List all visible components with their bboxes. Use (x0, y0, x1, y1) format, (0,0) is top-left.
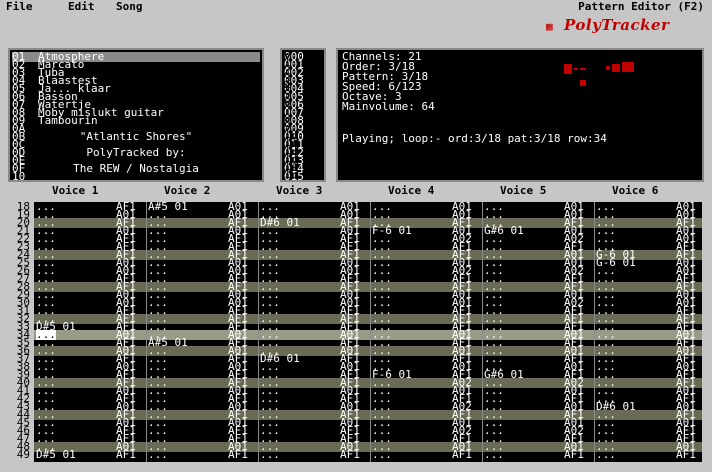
menu-edit[interactable]: Edit (68, 0, 95, 13)
vu-meter-1 (564, 64, 572, 74)
pattern-cell[interactable]: ... (484, 449, 504, 460)
app-logo: ▦ PolyTracker (546, 18, 706, 40)
pattern-cell[interactable]: AF1 (452, 449, 472, 460)
pattern-grid[interactable]: ... AF1 A#5 01 A01... A01... A01... A01... A01.… (34, 202, 702, 462)
instrument-list[interactable]: 01 Atmosphere 02 Marcato 03 Tuba 04 Blaastest 05… (8, 48, 264, 182)
vu-meter-6 (612, 64, 620, 72)
pattern-cell[interactable]: ... (372, 449, 392, 460)
pattern-cell[interactable]: AF1 (228, 449, 248, 460)
voice-separator (482, 202, 483, 462)
voice-separator (146, 202, 147, 462)
voice-header[interactable]: Voice 4 (388, 185, 434, 196)
logo-icon: ▦ (546, 20, 553, 33)
logo-text: PolyTracker (564, 16, 670, 34)
row-number: 49 (16, 448, 30, 461)
instrument-number: 10 (12, 170, 26, 183)
voice-separator (594, 202, 595, 462)
menu-edit-label: Edit (68, 0, 95, 13)
order-index: 15 (284, 168, 298, 181)
menu-file-label: File (6, 0, 33, 13)
pattern-cell[interactable]: ... (260, 449, 280, 460)
pattern-cell[interactable]: AF1 (340, 449, 360, 460)
pattern-cell[interactable]: D#5 01 (36, 449, 76, 460)
app-title: Pattern Editor (F2) (578, 0, 704, 13)
vu-meter-7 (622, 62, 634, 72)
playing-status: Playing; loop:- ord:3/18 pat:3/18 row:34 (342, 132, 607, 145)
menu-song-label: Song (116, 0, 143, 13)
pattern-cell[interactable]: AF1 (676, 449, 696, 460)
voice-header[interactable]: Voice 5 (500, 185, 546, 196)
vu-meter-5 (606, 66, 610, 70)
voice-header[interactable]: Voice 1 (52, 185, 98, 196)
pattern-cell[interactable]: ... (148, 449, 168, 460)
menu-song[interactable]: Song (116, 0, 143, 13)
voice-separator (370, 202, 371, 462)
song-info-panel: Channels: 21 Order: 3/18 Pattern: 3/18 S… (336, 48, 704, 182)
vu-meter-2 (574, 68, 578, 70)
vu-meter-3 (580, 68, 586, 70)
mainvolume-readout: Mainvolume: 64 (342, 100, 435, 113)
voice-separator (258, 202, 259, 462)
voice-header[interactable]: Voice 3 (276, 185, 322, 196)
pattern-cell[interactable]: AF1 (116, 449, 136, 460)
voice-header[interactable]: Voice 2 (164, 185, 210, 196)
vu-meter-4 (580, 80, 586, 86)
voice-header[interactable]: Voice 6 (612, 185, 658, 196)
pattern-cell[interactable]: ... (596, 449, 616, 460)
pattern-row[interactable]: D#5 01 AF1... AF1... AF1... AF1... AF1... AF1 (34, 449, 702, 460)
pattern-cell[interactable]: AF1 (564, 449, 584, 460)
menu-file[interactable]: File (6, 0, 33, 13)
menu-bar: File Edit Song Pattern Editor (F2) (0, 0, 712, 15)
instrument-row[interactable]: 10 (12, 170, 260, 183)
